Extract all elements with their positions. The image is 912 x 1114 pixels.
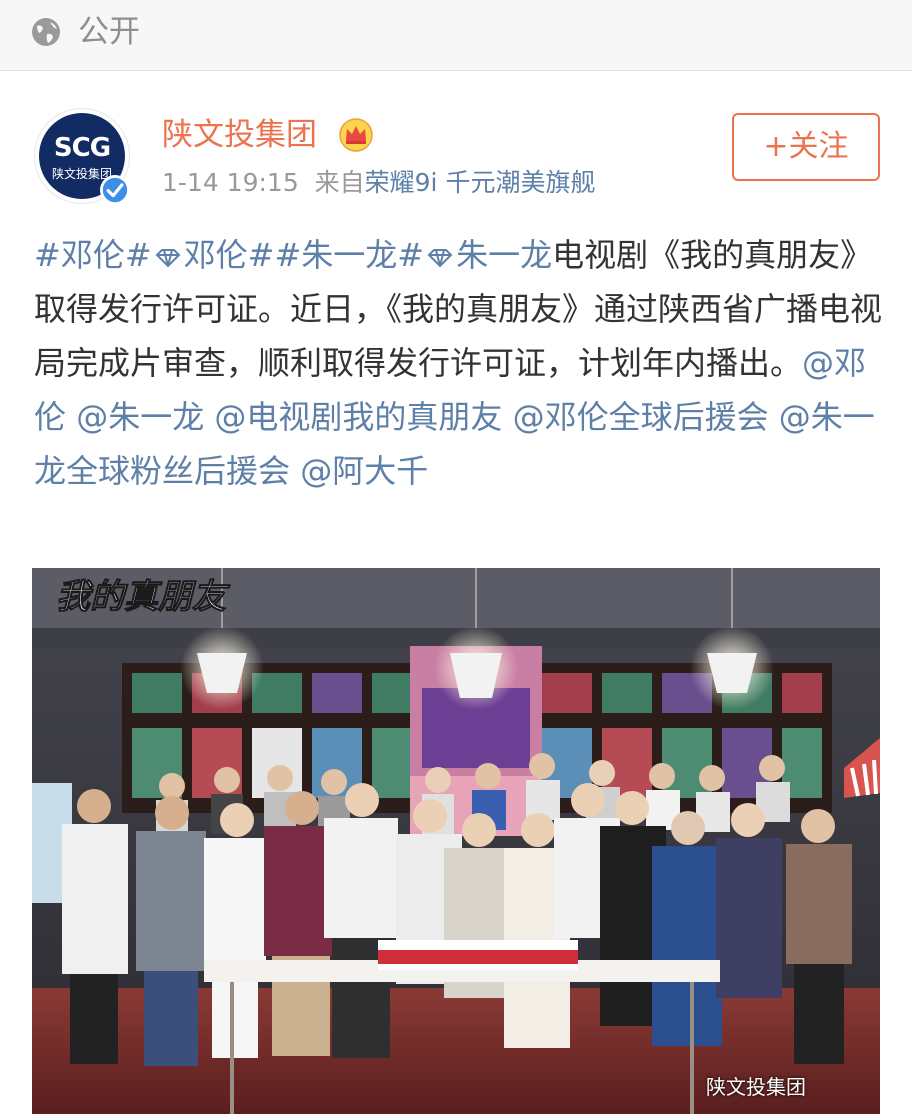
post-text: #邓伦# 邓伦##朱一龙# 朱一龙电视剧《我的真朋友》取得发行许可证。近日，《我的真… [34,228,884,498]
mention-link[interactable]: @朱一龙 [76,398,204,436]
hashtag-link[interactable]: 朱一龙 [424,236,552,274]
source-device-link[interactable]: 荣耀9i 千元潮美旗舰 [365,168,596,197]
avatar-logo-text: SCG [53,133,111,163]
author-name[interactable]: 陕文投集团 [162,113,317,157]
diamond-icon [155,249,181,268]
hashtag-link[interactable]: #邓伦# [34,236,152,274]
hashtag-text: 邓伦# [183,236,275,274]
post-meta: 1-14 19:15 来自荣耀9i 千元潮美旗舰 [162,164,595,202]
group-photo-illustration: 我的真朋友 [32,568,880,1114]
overlay-title: 我的真朋友 [56,577,231,617]
image-watermark: 陕文投集团 [706,1075,806,1099]
hashtag-link[interactable]: 邓伦# [152,236,275,274]
hashtag-link[interactable]: #朱一龙# [274,236,424,274]
visibility-bar: 公开 [0,0,912,71]
verified-icon [100,175,130,205]
visibility-label: 公开 [78,14,140,50]
globe-icon [32,18,60,46]
source-prefix: 来自 [314,168,365,197]
diamond-icon [427,249,453,268]
follow-button[interactable]: +关注 [732,113,880,181]
mention-link[interactable]: @电视剧我的真朋友 [214,398,502,436]
hashtag-text: 朱一龙 [456,236,553,274]
post-image[interactable]: 我的真朋友 [32,568,880,1114]
post-time: 1-14 19:15 [162,168,299,197]
mention-link[interactable]: @阿大千 [300,452,428,490]
crown-icon [339,118,373,152]
mention-link[interactable]: @邓伦全球后援会 [513,398,769,436]
